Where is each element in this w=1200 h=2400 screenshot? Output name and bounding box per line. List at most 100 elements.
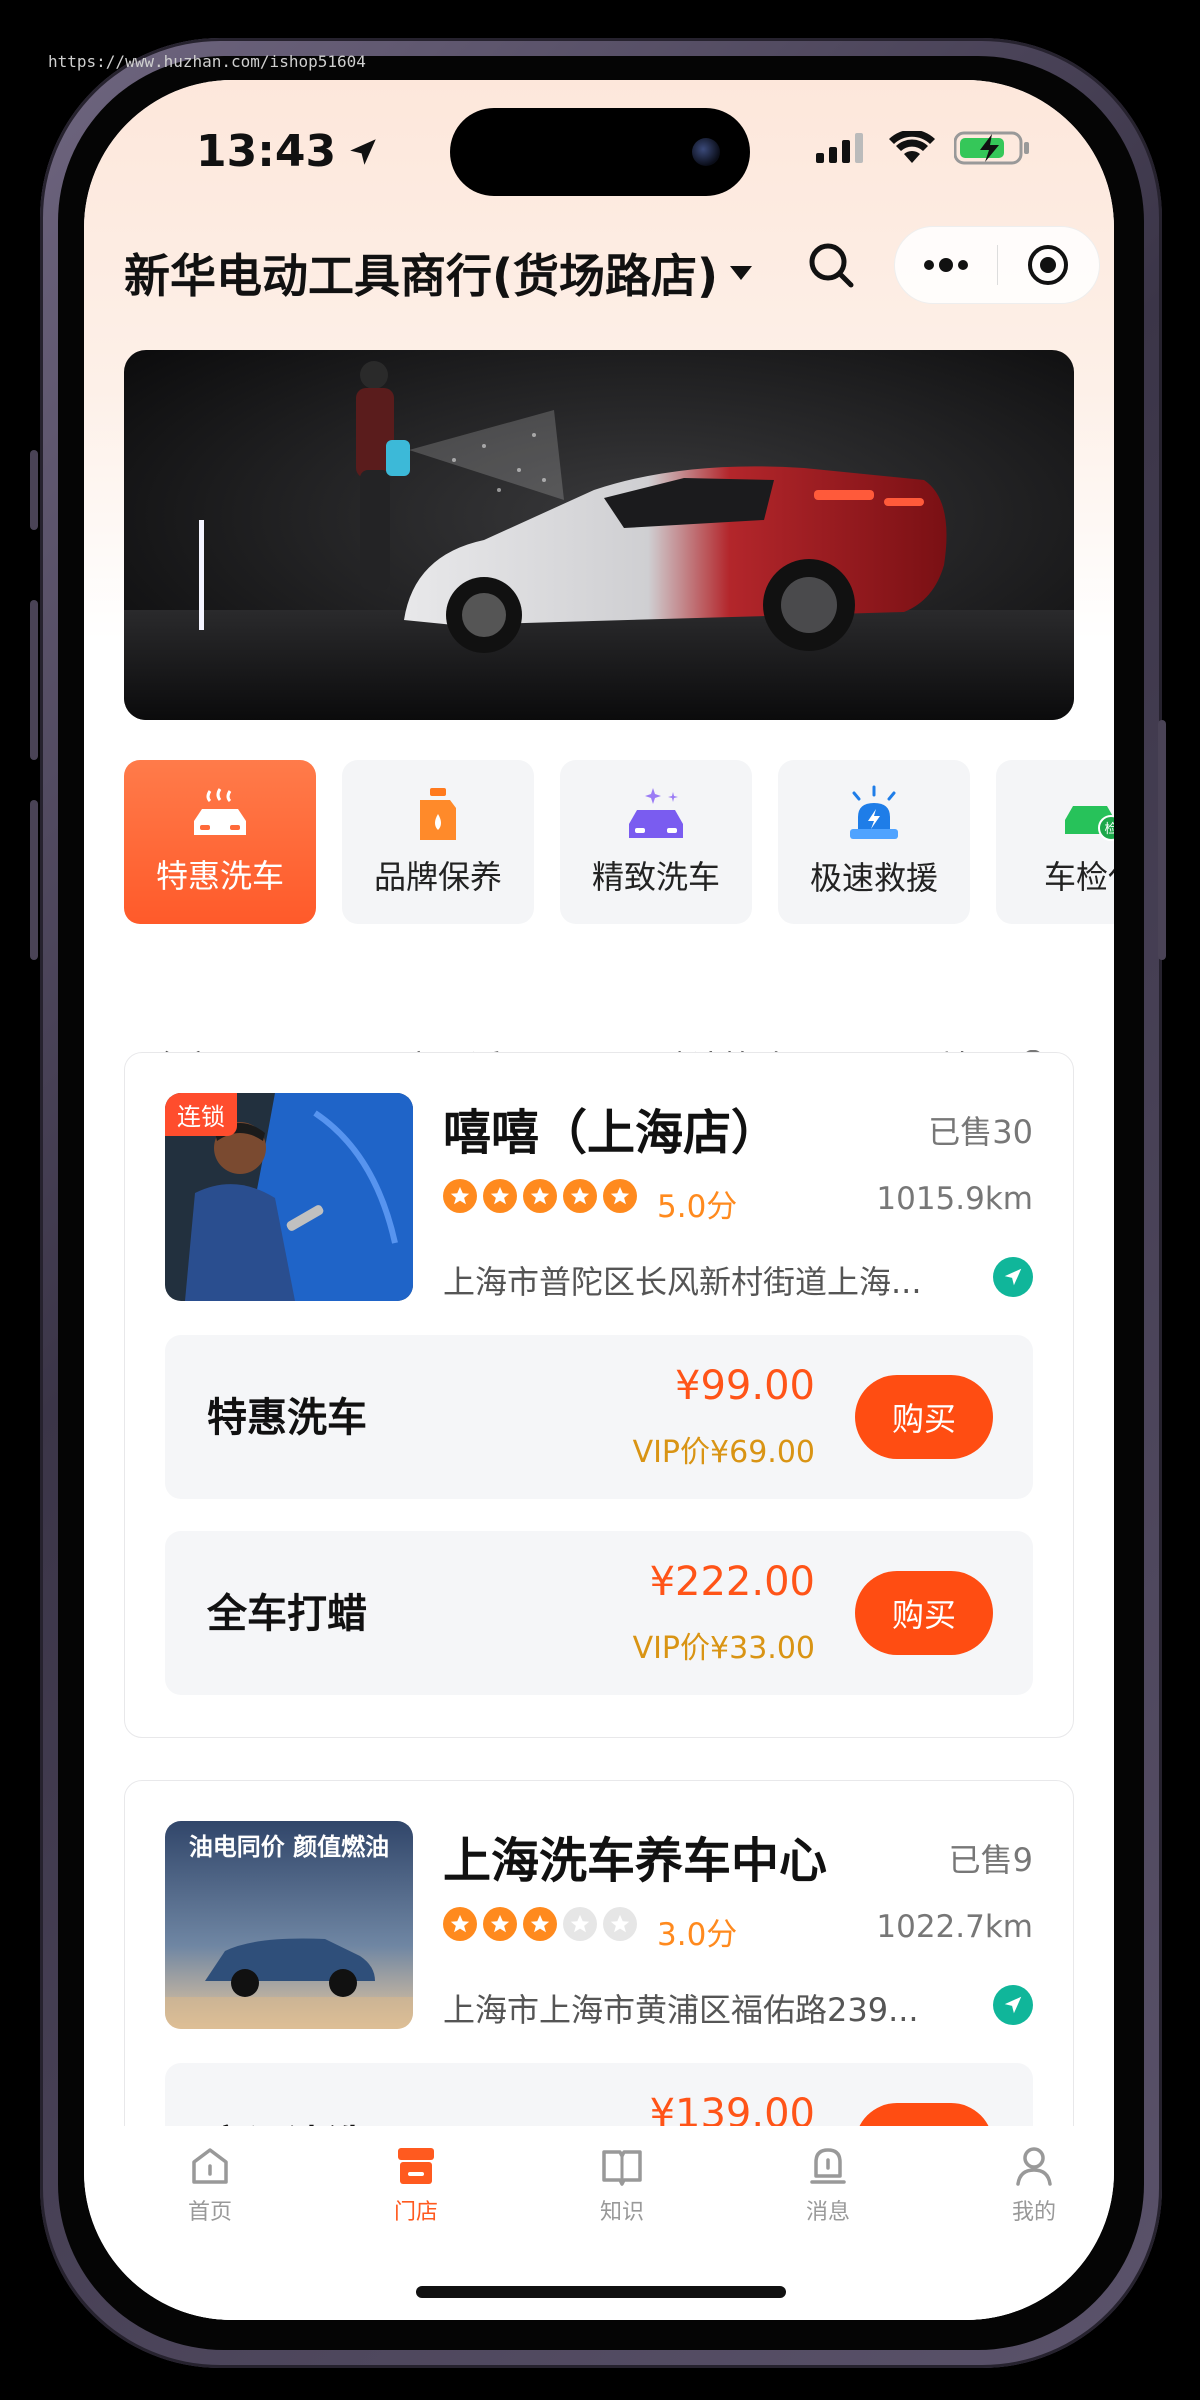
rating-score: 3.0分 (657, 1917, 738, 1953)
category-label: 车检代 (1043, 858, 1114, 896)
store-name: 嘻嘻（上海店） (443, 1105, 780, 1161)
star-icon (443, 1907, 477, 1941)
home-indicator (416, 2286, 786, 2298)
vip-price: VIP价¥33.00 (632, 1631, 815, 1666)
home-icon (192, 2148, 228, 2184)
dynamic-island (450, 108, 750, 196)
star-empty-icon (603, 1907, 637, 1941)
star-icon (483, 1907, 517, 1941)
inspection-car-icon: 检 (1065, 806, 1114, 841)
category-label: 极速救援 (809, 859, 938, 897)
store-card[interactable]: 连锁 嘻嘻（上海店） 已售30 5.0分 1015.9km 上海市普陀区长风新村… (124, 1052, 1074, 1738)
watermark-url: https://www.huzhan.com/ishop51604 (48, 52, 366, 71)
sold-count: 已售9 (948, 1841, 1033, 1879)
book-icon (602, 2150, 642, 2186)
store-address: 上海市普陀区长风新村街道上海... (443, 1263, 922, 1301)
car-wash-icon (194, 788, 246, 835)
location-arrow-icon (350, 138, 376, 165)
category-chejian-dai[interactable]: 检 车检代 (996, 760, 1114, 924)
action-button (30, 450, 38, 530)
rating-stars (443, 1907, 637, 1941)
star-icon (483, 1179, 517, 1213)
vip-price: VIP价¥69.00 (632, 1435, 815, 1470)
buy-button[interactable]: 购买 (855, 1375, 993, 1459)
category-pinpai-baoyang[interactable]: 品牌保养 (342, 760, 534, 924)
star-icon (523, 1907, 557, 1941)
close-miniprogram-button[interactable] (998, 227, 1100, 303)
more-dots-icon (923, 258, 968, 272)
service-item[interactable]: 全车打蜡 ¥222.00 VIP价¥33.00 购买 (165, 1531, 1033, 1695)
target-circle-icon (1028, 245, 1069, 285)
tab-label: 首页 (187, 2200, 232, 2225)
tab-label: 我的 (1011, 2200, 1056, 2225)
navigate-button[interactable] (993, 1985, 1033, 2025)
tab-label: 消息 (805, 2200, 850, 2225)
signal-icon (816, 133, 863, 163)
store-thumbnail: 油电同价 颜值燃油 (165, 1821, 413, 2029)
tab-home[interactable]: 首页 (150, 2144, 270, 2226)
search-button[interactable] (796, 230, 866, 300)
star-icon (443, 1179, 477, 1213)
service-name: 全车打蜡 (207, 1591, 367, 1637)
navigation-arrow-icon (1004, 1268, 1022, 1286)
status-time: 13:43 (196, 126, 380, 177)
user-icon (1016, 2147, 1052, 2186)
tab-profile[interactable]: 我的 (974, 2144, 1094, 2226)
buy-button[interactable]: 购买 (855, 1571, 993, 1655)
navigation-arrow-icon (1004, 1996, 1022, 2014)
category-label: 特惠洗车 (155, 857, 284, 895)
power-button (1158, 720, 1166, 960)
caret-down-icon (730, 266, 753, 280)
category-jisu-jiuyuan[interactable]: 极速救援 (778, 760, 970, 924)
oil-can-icon (420, 788, 456, 840)
bell-icon (810, 2148, 846, 2184)
service-price: ¥222.00 (649, 1559, 815, 1605)
service-price: ¥99.00 (675, 1363, 815, 1409)
front-camera (692, 138, 720, 166)
miniprogram-capsule (894, 226, 1100, 304)
chain-tag: 连锁 (165, 1093, 237, 1136)
store-name: 上海洗车养车中心 (443, 1833, 828, 1889)
rating-score: 5.0分 (657, 1189, 738, 1225)
wifi-icon (889, 131, 935, 163)
car-wash-banner-image (124, 350, 1074, 720)
sparkle-car-icon (629, 788, 683, 838)
volume-up-button (30, 600, 38, 760)
status-icons (816, 130, 1030, 166)
svg-text:检: 检 (1104, 822, 1114, 837)
category-row: 特惠洗车 品牌保养 精致洗车 极速救援 检 车检 (124, 760, 1114, 924)
star-icon (603, 1179, 637, 1213)
star-icon (563, 1179, 597, 1213)
category-tehui-xiche[interactable]: 特惠洗车 (124, 760, 316, 924)
star-empty-icon (563, 1907, 597, 1941)
phone-screen: 13:43 新华电动工具商行(货场路店) 特惠洗车 品牌保养 精致洗车 极速救援… (84, 80, 1114, 2320)
tab-knowledge[interactable]: 知识 (562, 2144, 682, 2226)
rescue-siren-icon (850, 785, 898, 839)
tab-label: 知识 (599, 2200, 644, 2225)
rating-stars (443, 1179, 637, 1213)
search-icon (809, 243, 854, 288)
tab-label: 门店 (393, 2200, 438, 2225)
battery-charging-icon (954, 131, 1029, 165)
sold-count: 已售30 (928, 1113, 1033, 1151)
tab-messages[interactable]: 消息 (768, 2144, 888, 2226)
volume-down-button (30, 800, 38, 960)
distance: 1015.9km (876, 1181, 1033, 1217)
navigate-button[interactable] (993, 1257, 1033, 1297)
service-item[interactable]: 特惠洗车 ¥99.00 VIP价¥69.00 购买 (165, 1335, 1033, 1499)
store-title: 新华电动工具商行(货场路店) (124, 249, 719, 303)
store-icon (398, 2148, 434, 2184)
star-icon (523, 1179, 557, 1213)
tab-store[interactable]: 门店 (356, 2144, 476, 2226)
thumb-ad-text: 油电同价 颜值燃油 (189, 1833, 389, 1861)
category-label: 精致洗车 (591, 858, 720, 896)
suv-ad-photo: 油电同价 颜值燃油 (165, 1821, 413, 2029)
category-label: 品牌保养 (373, 858, 502, 896)
promo-banner[interactable] (124, 350, 1074, 720)
more-button[interactable] (895, 227, 997, 303)
service-name: 特惠洗车 (207, 1395, 367, 1441)
store-thumbnail: 连锁 (165, 1093, 413, 1301)
status-time-text: 13:43 (196, 126, 337, 177)
category-jingzhi-xiche[interactable]: 精致洗车 (560, 760, 752, 924)
store-selector[interactable]: 新华电动工具商行(货场路店) (124, 240, 753, 306)
